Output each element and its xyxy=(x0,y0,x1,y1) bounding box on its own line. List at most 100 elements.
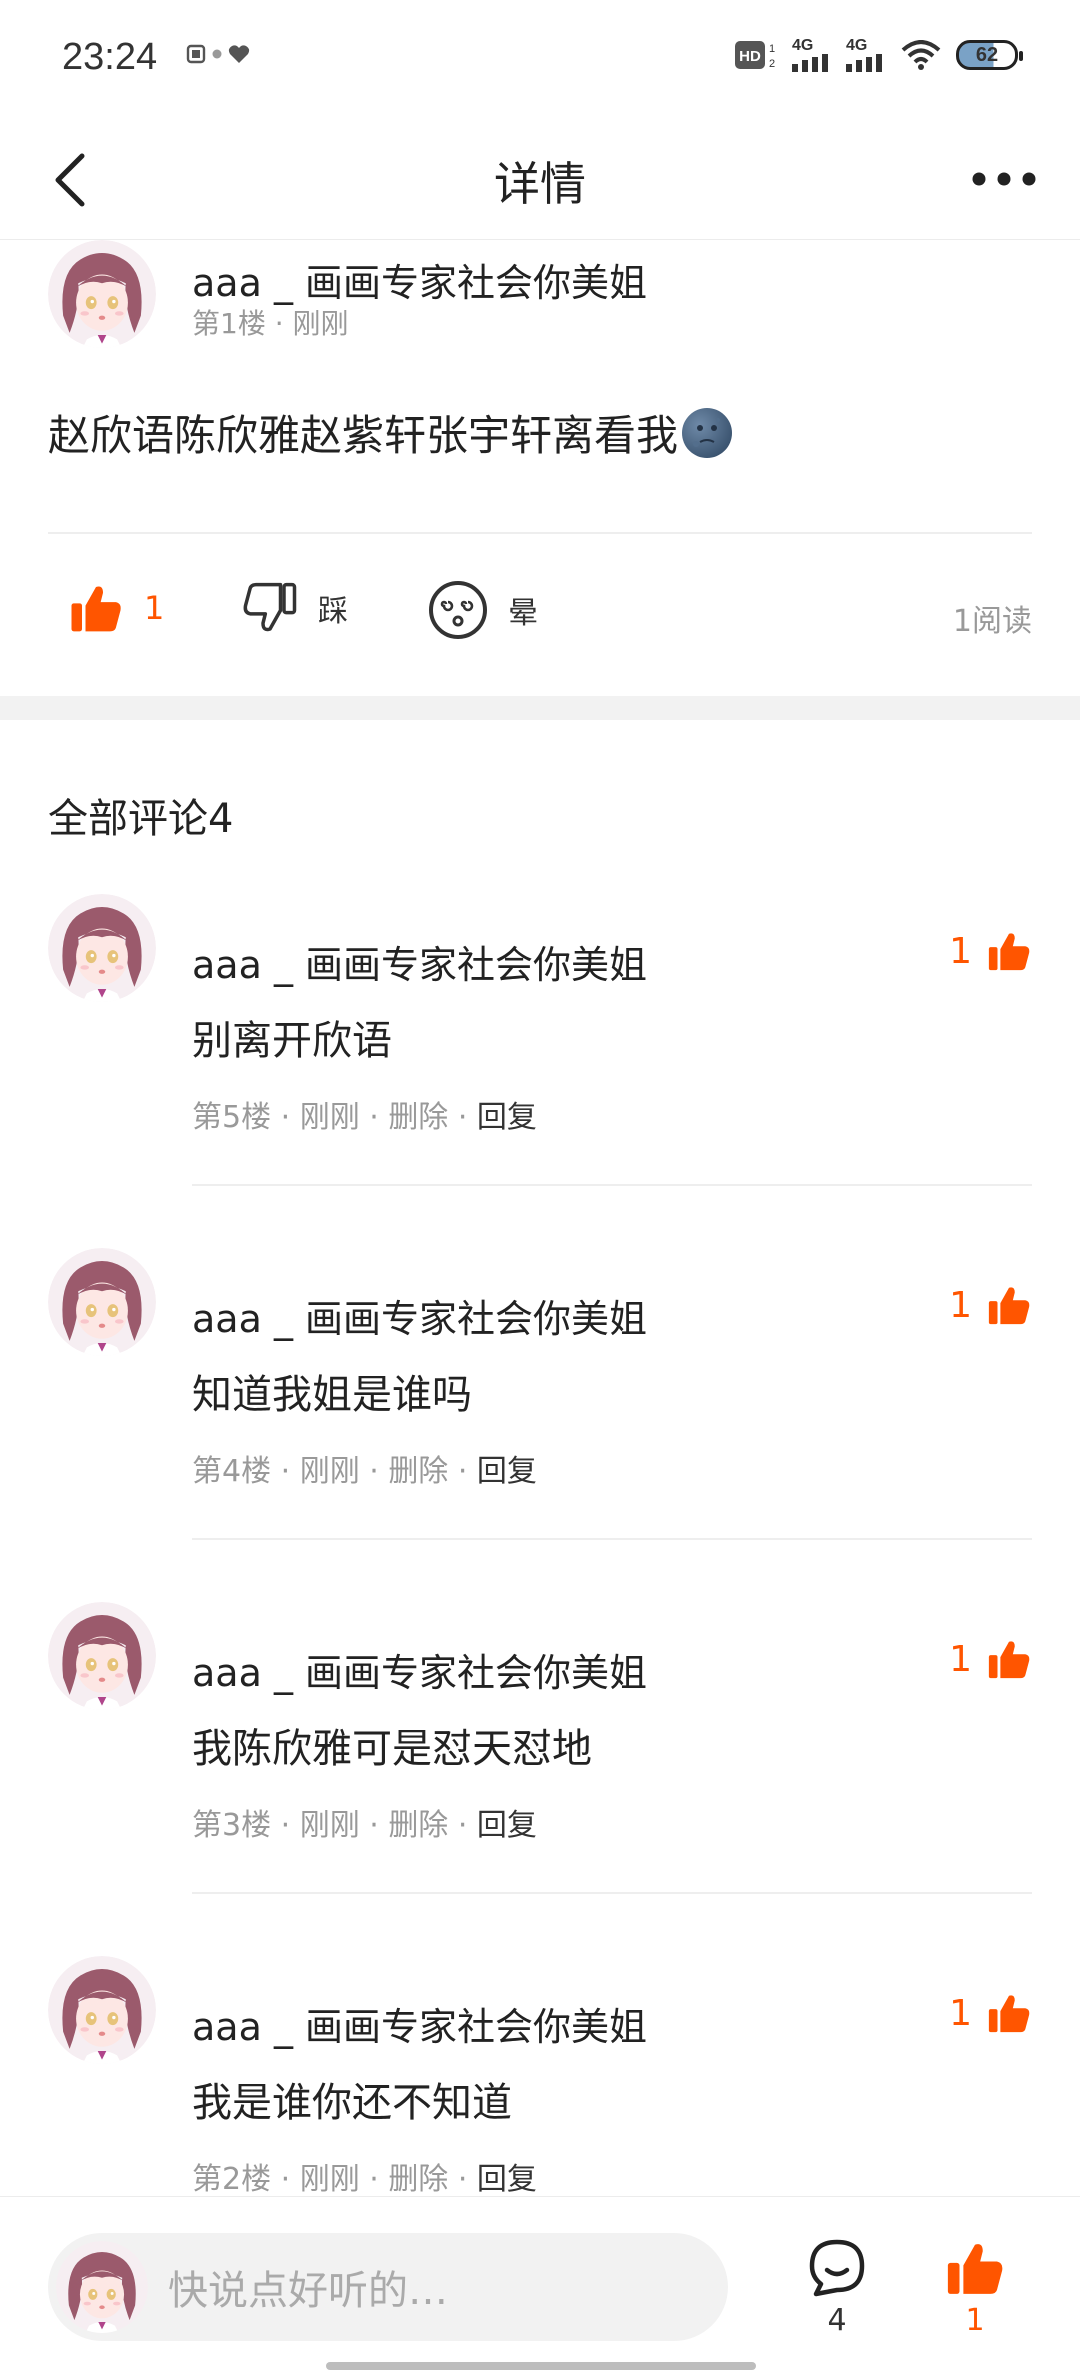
reply-button[interactable]: 回复 xyxy=(477,1100,537,1135)
dislike-button[interactable]: 踩 xyxy=(242,580,348,636)
thumb-up-icon xyxy=(986,1990,1032,2036)
delete-button[interactable]: 删除 xyxy=(388,1808,448,1843)
meta-dot: · xyxy=(359,1100,389,1135)
meta-dot: · xyxy=(274,307,293,340)
header: 详情 xyxy=(0,120,1080,240)
comment-meta: 第2楼 · 刚刚 · 删除 · 回复 xyxy=(192,2154,537,2198)
comment-text: 我陈欣雅可是怼天怼地 xyxy=(192,1726,592,1772)
comment-avatar[interactable] xyxy=(48,1248,156,1356)
meta-dot: · xyxy=(271,1100,300,1135)
comment-like-button[interactable]: 1 xyxy=(949,1990,1032,2036)
meta-dot: · xyxy=(271,1808,300,1843)
more-button[interactable] xyxy=(964,154,1044,204)
thumb-up-icon xyxy=(68,580,124,636)
comment-avatar[interactable] xyxy=(48,1602,156,1710)
comment-meta: 第4楼 · 刚刚 · 删除 · 回复 xyxy=(192,1446,537,1490)
delete-button[interactable]: 删除 xyxy=(388,1454,448,1489)
comment-avatar[interactable] xyxy=(48,894,156,1002)
my-avatar xyxy=(56,2241,148,2333)
comment-floor: 第2楼 xyxy=(192,2162,272,2197)
comment-time: 刚刚 xyxy=(299,1808,360,1843)
delete-button[interactable]: 删除 xyxy=(388,2162,448,2197)
comment-floor: 第3楼 xyxy=(192,1808,272,1843)
hd-icon: HD 1 2 xyxy=(735,41,775,70)
signal-icon-2: 4G xyxy=(846,38,886,72)
meta-dot: · xyxy=(271,1454,300,1489)
bottom-bar: 快说点好听的… 4 1 xyxy=(0,2196,1080,2376)
meta-dot: · xyxy=(448,1100,477,1135)
comment-item[interactable]: aaa _ 画画专家社会你美姐 我陈欣雅可是怼天怼地 第3楼 · 刚刚 · 删除… xyxy=(0,1602,1080,1956)
signal-icon: 4G xyxy=(792,38,832,72)
post-meta: 第1楼 · 刚刚 xyxy=(192,302,349,342)
comment-like-button[interactable]: 1 xyxy=(949,1282,1032,1328)
delete-button[interactable]: 删除 xyxy=(388,1100,448,1135)
post-author-avatar[interactable] xyxy=(48,240,156,348)
bottom-like-button[interactable]: 1 xyxy=(930,2237,1020,2338)
comment-meta: 第5楼 · 刚刚 · 删除 · 回复 xyxy=(192,1092,537,1136)
more-dots-icon xyxy=(972,172,1036,186)
battery-icon: 62 xyxy=(956,40,1023,70)
notification-icons xyxy=(186,44,250,64)
comment-like-button[interactable]: 1 xyxy=(949,928,1032,974)
post-author-name[interactable]: aaa _ 画画专家社会你美姐 xyxy=(192,252,647,307)
comment-time: 刚刚 xyxy=(299,1454,360,1489)
post-content: 赵欣语陈欣雅赵紫轩张宇轩离看我 xyxy=(48,402,733,463)
dislike-label: 踩 xyxy=(318,594,348,629)
status-time: 23:24 xyxy=(62,36,158,78)
meta-dot: · xyxy=(359,1454,389,1489)
comment-author[interactable]: aaa _ 画画专家社会你美姐 xyxy=(192,1288,647,1343)
moon-face-emoji-icon xyxy=(682,407,733,458)
comment-text: 我是谁你还不知道 xyxy=(192,2080,512,2126)
svg-text:1: 1 xyxy=(769,43,775,55)
reply-button[interactable]: 回复 xyxy=(477,1808,537,1843)
meta-dot: · xyxy=(359,1808,389,1843)
thumb-down-icon xyxy=(243,582,297,632)
section-separator xyxy=(0,696,1080,720)
comment-author[interactable]: aaa _ 画画专家社会你美姐 xyxy=(192,1996,647,2051)
comments-title: 全部评论4 xyxy=(48,796,234,842)
thumb-up-icon xyxy=(986,928,1032,974)
read-count: 1阅读 xyxy=(952,604,1032,639)
comment-like-count: 1 xyxy=(949,930,972,972)
comment-item[interactable]: aaa _ 画画专家社会你美姐 知道我姐是谁吗 第4楼 · 刚刚 · 删除 · … xyxy=(0,1248,1080,1602)
heart-icon xyxy=(228,45,250,63)
post-like-count: 1 xyxy=(144,589,165,627)
status-bar: 23:24 HD 1 2 4G 4G 62 xyxy=(0,0,1080,120)
post-text: 赵欣语陈欣雅赵紫轩张宇轩离看我 xyxy=(48,411,679,460)
comment-input[interactable]: 快说点好听的… xyxy=(48,2233,728,2341)
comment-like-count: 1 xyxy=(949,1638,972,1680)
dizzy-label: 晕 xyxy=(508,596,538,631)
comment-like-count: 1 xyxy=(949,1284,972,1326)
comment-author[interactable]: aaa _ 画画专家社会你美姐 xyxy=(192,1642,647,1697)
reply-button[interactable]: 回复 xyxy=(477,1454,537,1489)
divider xyxy=(48,532,1032,534)
post-floor: 第1楼 xyxy=(192,307,266,340)
home-indicator[interactable] xyxy=(326,2362,756,2370)
bottom-like-count: 1 xyxy=(965,2303,985,2338)
avatar-image xyxy=(48,1248,156,1356)
dizzy-button[interactable]: 晕 xyxy=(428,580,538,640)
comment-meta: 第3楼 · 刚刚 · 删除 · 回复 xyxy=(192,1800,537,1844)
comment-item[interactable]: aaa _ 画画专家社会你美姐 别离开欣语 第5楼 · 刚刚 · 删除 · 回复… xyxy=(0,894,1080,1248)
comments-button[interactable]: 4 xyxy=(792,2237,882,2338)
comment-count: 4 xyxy=(827,2303,847,2338)
comment-bubble-icon xyxy=(809,2239,865,2297)
comment-time: 刚刚 xyxy=(299,1100,360,1135)
svg-text:HD: HD xyxy=(739,48,761,65)
gallery-icon xyxy=(186,44,206,64)
svg-text:2: 2 xyxy=(769,58,775,70)
thumb-up-icon xyxy=(986,1636,1032,1682)
comment-avatar[interactable] xyxy=(48,1956,156,2064)
comment-author[interactable]: aaa _ 画画专家社会你美姐 xyxy=(192,934,647,989)
divider xyxy=(192,1184,1032,1186)
meta-dot: · xyxy=(271,2162,300,2197)
reply-button[interactable]: 回复 xyxy=(477,2162,537,2197)
meta-dot: · xyxy=(448,1808,477,1843)
like-button[interactable]: 1 xyxy=(68,580,164,636)
page-title: 详情 xyxy=(494,157,586,211)
comment-like-button[interactable]: 1 xyxy=(949,1636,1032,1682)
input-placeholder: 快说点好听的… xyxy=(168,2268,448,2314)
meta-dot: · xyxy=(448,1454,477,1489)
avatar-image xyxy=(56,2241,148,2333)
dot-icon xyxy=(212,49,222,59)
